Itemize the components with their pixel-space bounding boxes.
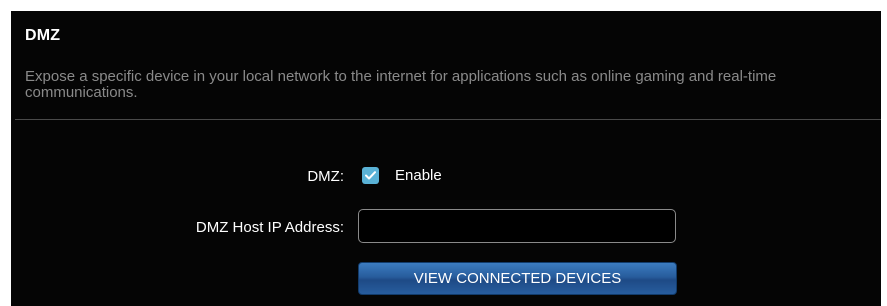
view-connected-devices-button[interactable]: VIEW CONNECTED DEVICES — [358, 262, 677, 295]
enable-label[interactable]: Enable — [395, 167, 442, 184]
section-description: Expose a specific device in your local n… — [25, 68, 777, 101]
divider — [15, 119, 881, 120]
dmz-host-ip-label: DMZ Host IP Address: — [195, 219, 344, 236]
dmz-panel: DMZ Expose a specific device in your loc… — [11, 11, 881, 306]
dmz-host-ip-input[interactable] — [358, 209, 676, 243]
dmz-enable-checkbox[interactable] — [362, 167, 379, 184]
section-title: DMZ — [25, 27, 61, 44]
dmz-label: DMZ: — [307, 168, 344, 185]
checkmark-icon — [365, 171, 376, 180]
